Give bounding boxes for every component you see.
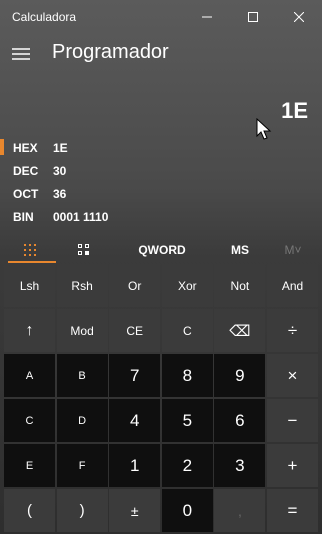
result-display: 1E (281, 98, 308, 123)
hamburger-icon (12, 48, 30, 60)
tab-bit-toggling[interactable] (58, 236, 110, 264)
maximize-icon (248, 12, 258, 22)
key-divide[interactable]: ÷ (267, 309, 318, 352)
radix-value: 36 (53, 187, 67, 201)
key-hex-a[interactable]: A (4, 354, 55, 397)
key-multiply[interactable]: × (267, 354, 318, 397)
key-backspace[interactable]: ⌫ (214, 309, 266, 352)
bit-toggling-icon (78, 244, 89, 255)
key-clear[interactable]: C (161, 309, 213, 352)
key-negate[interactable]: ± (109, 489, 161, 532)
key-not[interactable]: Not (214, 264, 266, 307)
key-hex-d[interactable]: D (56, 399, 108, 442)
close-icon (294, 12, 304, 22)
key-and[interactable]: And (267, 264, 318, 307)
radix-name: OCT (13, 187, 39, 201)
key-hex-f[interactable]: F (56, 444, 108, 487)
key-decimal[interactable]: , (214, 489, 266, 532)
radix-value: 0001 1110 (53, 210, 109, 224)
key-or[interactable]: Or (109, 264, 161, 307)
app-title: Calculadora (12, 10, 77, 24)
minimize-icon (202, 16, 212, 18)
key-hex-b[interactable]: B (56, 354, 108, 397)
radix-bin[interactable]: BIN 0001 1110 (0, 206, 322, 228)
key-1[interactable]: 1 (109, 444, 161, 487)
key-6[interactable]: 6 (214, 399, 266, 442)
mode-title: Programador (52, 41, 169, 63)
key-lsh[interactable]: Lsh (4, 264, 55, 307)
radix-name: BIN (13, 210, 34, 224)
key-xor[interactable]: Xor (161, 264, 213, 307)
key-4[interactable]: 4 (109, 399, 161, 442)
radix-value: 30 (53, 164, 67, 178)
radix-name: HEX (13, 141, 38, 155)
memory-store-button[interactable]: MS (212, 236, 268, 264)
key-9[interactable]: 9 (214, 354, 266, 397)
key-2[interactable]: 2 (161, 444, 213, 487)
close-button[interactable] (276, 0, 322, 34)
key-rsh[interactable]: Rsh (56, 264, 108, 307)
key-7[interactable]: 7 (109, 354, 161, 397)
radix-oct[interactable]: OCT 36 (0, 183, 322, 205)
key-equals[interactable]: = (267, 489, 318, 532)
keypad-tabs: QWORD MS M˅ (0, 236, 322, 264)
key-close-paren[interactable]: ) (56, 489, 108, 532)
full-keypad-icon (24, 244, 36, 256)
key-0[interactable]: 0 (161, 489, 213, 532)
active-tab-underline (8, 261, 56, 263)
key-8[interactable]: 8 (161, 354, 213, 397)
active-radix-marker (0, 139, 4, 155)
memory-list-button[interactable]: M˅ (268, 236, 318, 264)
radix-dec[interactable]: DEC 30 (0, 160, 322, 182)
key-5[interactable]: 5 (161, 399, 213, 442)
menu-button[interactable] (10, 44, 32, 64)
title-bar: Calculadora (0, 0, 322, 34)
key-mod[interactable]: Mod (56, 309, 108, 352)
key-add[interactable]: + (267, 444, 318, 487)
radix-name: DEC (13, 164, 39, 178)
key-open-paren[interactable]: ( (4, 489, 55, 532)
tab-full-keypad[interactable] (4, 236, 56, 264)
key-hex-e[interactable]: E (4, 444, 55, 487)
key-shift-up[interactable]: ↑ (4, 309, 55, 352)
key-subtract[interactable]: − (267, 399, 318, 442)
key-clear-entry[interactable]: CE (109, 309, 161, 352)
key-3[interactable]: 3 (214, 444, 266, 487)
radix-value: 1E (53, 141, 68, 155)
minimize-button[interactable] (184, 0, 230, 34)
maximize-button[interactable] (230, 0, 276, 34)
word-size-button[interactable]: QWORD (112, 236, 212, 264)
radix-hex[interactable]: HEX 1E (0, 137, 322, 159)
key-hex-c[interactable]: C (4, 399, 55, 442)
